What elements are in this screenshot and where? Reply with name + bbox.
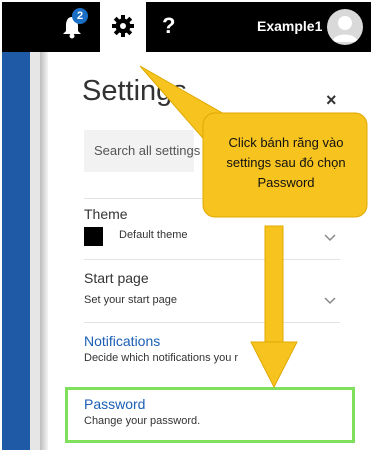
- down-arrow-icon: [250, 225, 298, 389]
- callout-text: Click bánh răng vào settings sau đó chọn…: [226, 135, 346, 190]
- callout-shapes: [139, 65, 368, 389]
- app-window: 2 ? Example1 Settings × Search all setti…: [2, 2, 371, 450]
